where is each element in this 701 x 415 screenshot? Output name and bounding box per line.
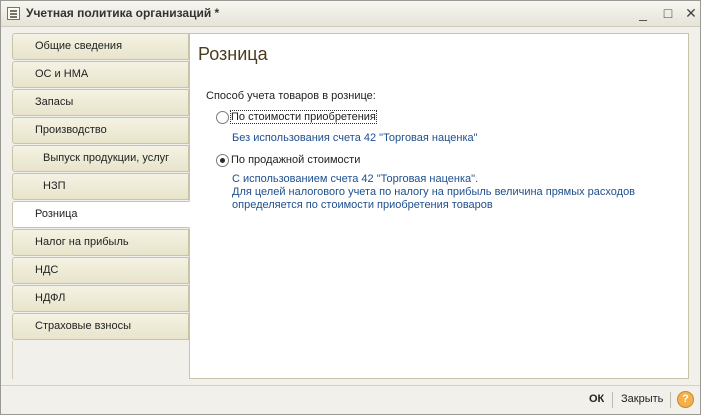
tab-product-output[interactable]: Выпуск продукции, услуг	[12, 145, 189, 172]
maximize-icon[interactable]: □	[658, 4, 678, 22]
window-title: Учетная политика организаций *	[26, 6, 220, 20]
tab-profit-tax[interactable]: Налог на прибыль	[12, 229, 189, 256]
minimize-icon[interactable]: _	[633, 4, 653, 22]
sale-price-hint-line-3: определяется по стоимости приобретения т…	[232, 199, 493, 211]
footer-separator	[612, 392, 613, 408]
tab-insurance-contributions[interactable]: Страховые взносы	[12, 313, 189, 340]
help-icon[interactable]: ?	[677, 391, 694, 408]
accounting-method-label: Способ учета товаров в рознице:	[206, 90, 376, 102]
sale-price-hint-line-2: Для целей налогового учета по налогу на …	[232, 186, 636, 198]
retail-panel: Розница Способ учета товаров в рознице: …	[189, 33, 689, 379]
sidebar-tabs: Общие сведения ОС и НМА Запасы Производс…	[12, 33, 190, 355]
tab-production[interactable]: Производство	[12, 117, 189, 144]
tab-vat[interactable]: НДС	[12, 257, 189, 284]
footer-bar: ОК Закрыть ?	[1, 385, 700, 414]
radio-sale-price[interactable]	[216, 154, 229, 167]
close-icon[interactable]: ✕	[681, 4, 701, 22]
radio-sale-price-label[interactable]: По продажной стоимости	[231, 154, 360, 166]
tab-retail[interactable]: Розница	[12, 201, 190, 228]
tab-general[interactable]: Общие сведения	[12, 33, 189, 60]
document-icon	[7, 7, 20, 20]
sidebar-filler	[12, 341, 190, 379]
radio-purchase-cost[interactable]	[216, 111, 229, 124]
tab-wip[interactable]: НЗП	[12, 173, 189, 200]
tab-personal-income-tax[interactable]: НДФЛ	[12, 285, 189, 312]
sale-price-hint-line-1: С использованием счета 42 "Торговая наце…	[232, 173, 479, 185]
ok-button[interactable]: ОК	[589, 393, 604, 405]
tab-fixed-assets[interactable]: ОС и НМА	[12, 61, 189, 88]
footer-separator	[670, 392, 671, 408]
title-bar[interactable]: Учетная политика организаций * _ □ ✕	[1, 1, 700, 27]
purchase-cost-hint: Без использования счета 42 "Торговая нац…	[232, 132, 478, 144]
close-button[interactable]: Закрыть	[621, 393, 663, 405]
tab-inventory[interactable]: Запасы	[12, 89, 189, 116]
dialog-window: Учетная политика организаций * _ □ ✕ Общ…	[0, 0, 701, 415]
radio-purchase-cost-label[interactable]: По стоимости приобретения	[230, 110, 377, 124]
page-title: Розница	[198, 44, 268, 64]
